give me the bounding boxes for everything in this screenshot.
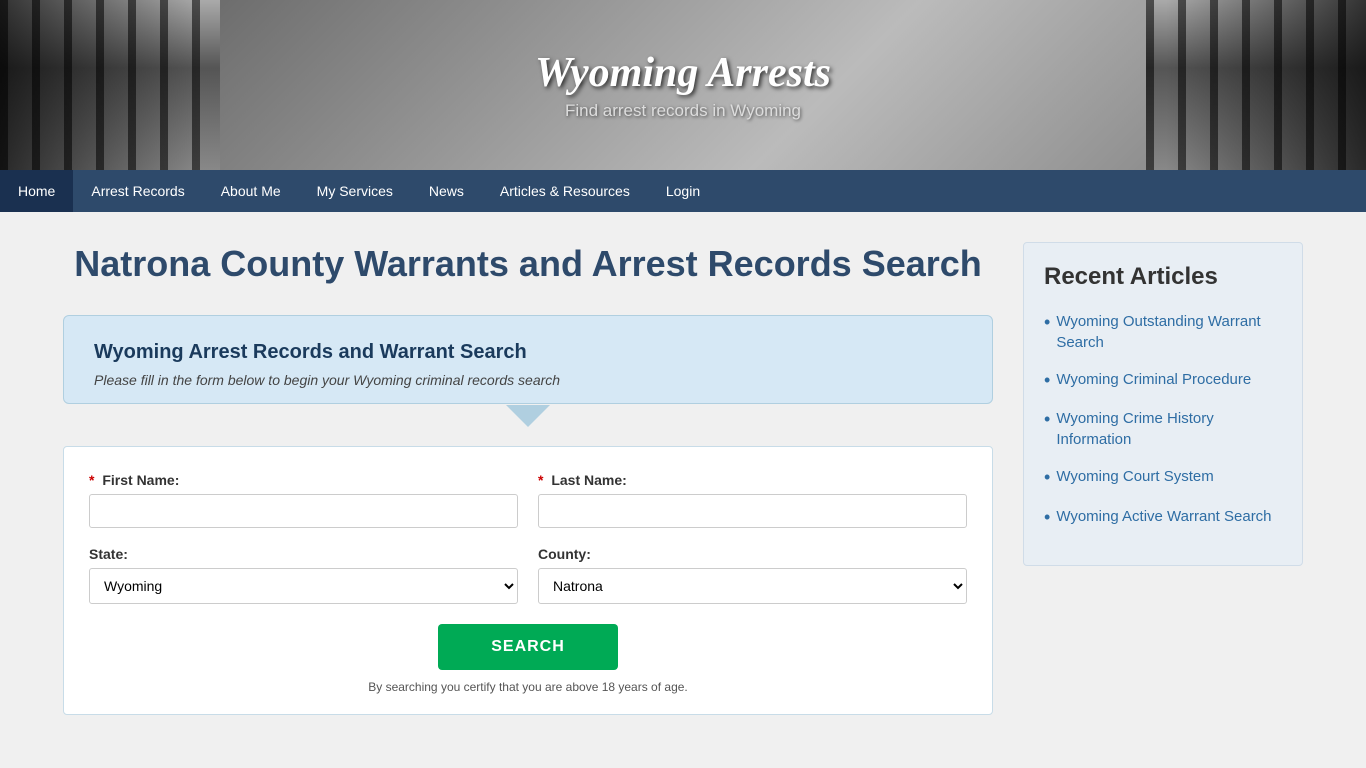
form-box-title: Wyoming Arrest Records and Warrant Searc… bbox=[94, 341, 962, 364]
first-name-group: * First Name: bbox=[89, 472, 518, 528]
list-item: • Wyoming Court System bbox=[1044, 466, 1282, 489]
article-link-2[interactable]: Wyoming Criminal Procedure bbox=[1056, 369, 1251, 390]
county-select[interactable]: Natrona bbox=[538, 568, 967, 604]
first-name-label: * First Name: bbox=[89, 472, 518, 488]
name-row: * First Name: * Last Name: bbox=[89, 472, 967, 528]
last-name-label: * Last Name: bbox=[538, 472, 967, 488]
article-link-4[interactable]: Wyoming Court System bbox=[1056, 466, 1213, 487]
bullet-icon: • bbox=[1044, 506, 1050, 529]
form-box-subtitle: Please fill in the form below to begin y… bbox=[94, 372, 962, 388]
nav-news[interactable]: News bbox=[411, 170, 482, 212]
bullet-icon: • bbox=[1044, 408, 1050, 431]
sidebar-article-list: • Wyoming Outstanding Warrant Search • W… bbox=[1044, 311, 1282, 529]
nav-login[interactable]: Login bbox=[648, 170, 718, 212]
first-name-required: * bbox=[89, 472, 94, 488]
bullet-icon: • bbox=[1044, 369, 1050, 392]
form-disclaimer: By searching you certify that you are ab… bbox=[89, 680, 967, 694]
last-name-input[interactable] bbox=[538, 494, 967, 528]
nav-my-services[interactable]: My Services bbox=[299, 170, 411, 212]
nav-articles-resources[interactable]: Articles & Resources bbox=[482, 170, 648, 212]
site-tagline: Find arrest records in Wyoming bbox=[535, 101, 831, 121]
main-content: Natrona County Warrants and Arrest Recor… bbox=[63, 242, 993, 715]
location-row: State: Wyoming County: Natrona bbox=[89, 546, 967, 604]
article-link-1[interactable]: Wyoming Outstanding Warrant Search bbox=[1056, 311, 1282, 353]
nav-home[interactable]: Home bbox=[0, 170, 73, 212]
article-link-3[interactable]: Wyoming Crime History Information bbox=[1056, 408, 1282, 450]
state-label: State: bbox=[89, 546, 518, 562]
main-nav: Home Arrest Records About Me My Services… bbox=[0, 170, 1366, 212]
county-label: County: bbox=[538, 546, 967, 562]
page-title: Natrona County Warrants and Arrest Recor… bbox=[63, 242, 993, 285]
header-bar-left bbox=[0, 0, 220, 170]
site-title: Wyoming Arrests bbox=[535, 49, 831, 97]
list-item: • Wyoming Criminal Procedure bbox=[1044, 369, 1282, 392]
nav-arrest-records[interactable]: Arrest Records bbox=[73, 170, 202, 212]
search-button[interactable]: SEARCH bbox=[438, 624, 618, 670]
site-title-wrap: Wyoming Arrests Find arrest records in W… bbox=[535, 49, 831, 121]
site-header: Wyoming Arrests Find arrest records in W… bbox=[0, 0, 1366, 170]
state-group: State: Wyoming bbox=[89, 546, 518, 604]
list-item: • Wyoming Active Warrant Search bbox=[1044, 506, 1282, 529]
form-fields: * First Name: * Last Name: State: bbox=[63, 446, 993, 715]
article-link-5[interactable]: Wyoming Active Warrant Search bbox=[1056, 506, 1271, 527]
form-arrow bbox=[506, 405, 550, 427]
sidebar: Recent Articles • Wyoming Outstanding Wa… bbox=[1023, 242, 1303, 715]
list-item: • Wyoming Outstanding Warrant Search bbox=[1044, 311, 1282, 353]
county-group: County: Natrona bbox=[538, 546, 967, 604]
last-name-required: * bbox=[538, 472, 543, 488]
form-header-box: Wyoming Arrest Records and Warrant Searc… bbox=[63, 315, 993, 404]
list-item: • Wyoming Crime History Information bbox=[1044, 408, 1282, 450]
page-body: Natrona County Warrants and Arrest Recor… bbox=[48, 212, 1318, 745]
bullet-icon: • bbox=[1044, 466, 1050, 489]
bullet-icon: • bbox=[1044, 311, 1050, 334]
last-name-group: * Last Name: bbox=[538, 472, 967, 528]
nav-about-me[interactable]: About Me bbox=[203, 170, 299, 212]
sidebar-title: Recent Articles bbox=[1044, 263, 1282, 291]
header-bar-right bbox=[1146, 0, 1366, 170]
recent-articles-section: Recent Articles • Wyoming Outstanding Wa… bbox=[1023, 242, 1303, 566]
state-select[interactable]: Wyoming bbox=[89, 568, 518, 604]
first-name-input[interactable] bbox=[89, 494, 518, 528]
